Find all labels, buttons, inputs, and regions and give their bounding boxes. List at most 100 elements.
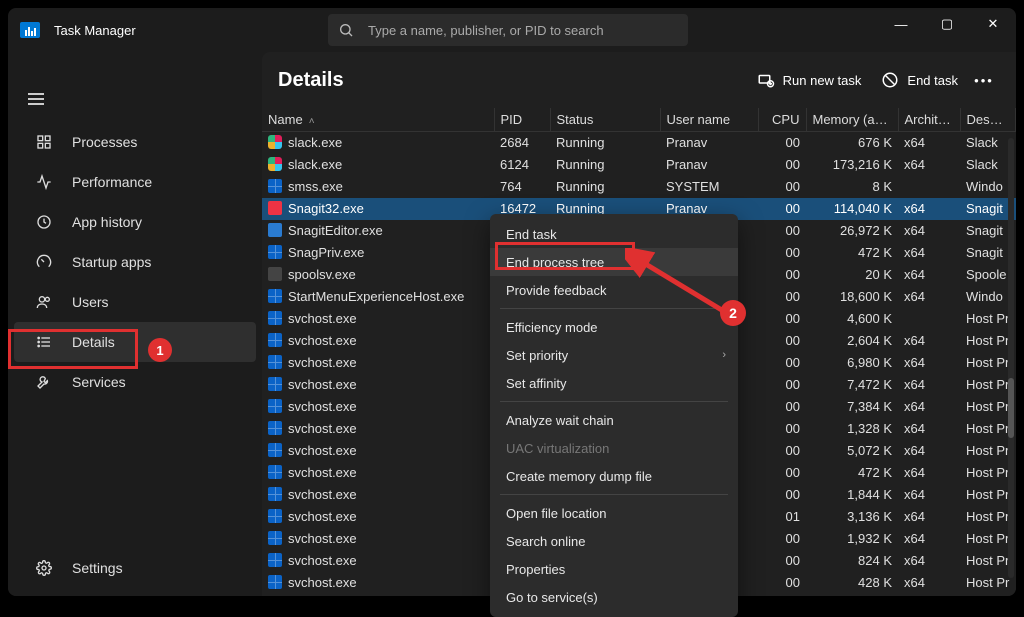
cell-status: Running — [550, 132, 660, 154]
table-row[interactable]: slack.exe6124RunningPranav00173,216 Kx64… — [262, 154, 1016, 176]
col-user[interactable]: User name — [660, 108, 758, 132]
cell-arch — [898, 308, 960, 330]
cell-memory: 472 K — [806, 462, 898, 484]
cell-memory: 472 K — [806, 242, 898, 264]
col-status[interactable]: Status — [550, 108, 660, 132]
process-icon — [268, 487, 282, 501]
ctx-go-to-services[interactable]: Go to service(s) — [490, 583, 738, 611]
process-icon — [268, 157, 282, 171]
ctx-set-priority[interactable]: Set priority› — [490, 341, 738, 369]
cell-arch: x64 — [898, 220, 960, 242]
cell-memory: 824 K — [806, 550, 898, 572]
maximize-button[interactable]: ▢ — [924, 8, 970, 40]
ctx-analyze-wait-chain[interactable]: Analyze wait chain — [490, 406, 738, 434]
cell-memory: 8 K — [806, 176, 898, 198]
end-task-button[interactable]: End task — [871, 65, 968, 95]
cell-cpu: 00 — [758, 440, 806, 462]
ctx-set-affinity[interactable]: Set affinity — [490, 369, 738, 397]
cell-name: svchost.exe — [262, 484, 494, 506]
cell-name: svchost.exe — [262, 418, 494, 440]
ctx-provide-feedback[interactable]: Provide feedback — [490, 276, 738, 304]
ctx-end-process-tree[interactable]: End process tree — [490, 248, 738, 276]
process-icon — [268, 179, 282, 193]
search-input[interactable]: Type a name, publisher, or PID to search — [328, 14, 688, 46]
col-name[interactable]: Name˄ — [262, 108, 494, 132]
sidebar-item-users[interactable]: Users — [14, 282, 256, 322]
cell-name: svchost.exe — [262, 572, 494, 594]
history-icon — [34, 214, 54, 230]
sidebar-item-startup-apps[interactable]: Startup apps — [14, 242, 256, 282]
cell-cpu: 00 — [758, 374, 806, 396]
col-arch[interactable]: Architec... — [898, 108, 960, 132]
cell-memory: 114,040 K — [806, 198, 898, 220]
sidebar-item-label: Performance — [72, 174, 152, 190]
ctx-search-online[interactable]: Search online — [490, 527, 738, 555]
col-desc[interactable]: Descrip — [960, 108, 1016, 132]
sidebar-item-performance[interactable]: Performance — [14, 162, 256, 202]
gear-icon — [34, 560, 54, 576]
cell-memory: 676 K — [806, 132, 898, 154]
table-row[interactable]: smss.exe764RunningSYSTEM008 KWindo — [262, 176, 1016, 198]
cell-name: spoolsv.exe — [262, 264, 494, 286]
ctx-separator — [500, 308, 728, 309]
col-cpu[interactable]: CPU — [758, 108, 806, 132]
hamburger-button[interactable] — [28, 90, 44, 108]
ctx-separator — [500, 494, 728, 495]
sidebar-item-processes[interactable]: Processes — [14, 122, 256, 162]
app-title: Task Manager — [54, 23, 136, 38]
cell-memory: 1,844 K — [806, 484, 898, 506]
stop-icon — [881, 71, 899, 89]
col-memory[interactable]: Memory (ac... — [806, 108, 898, 132]
ctx-properties[interactable]: Properties — [490, 555, 738, 583]
ctx-create-dump[interactable]: Create memory dump file — [490, 462, 738, 490]
cell-arch: x64 — [898, 198, 960, 220]
cell-memory: 4,600 K — [806, 308, 898, 330]
sidebar-item-services[interactable]: Services — [14, 362, 256, 402]
minimize-button[interactable]: — — [878, 8, 924, 40]
sidebar-item-label: Services — [72, 374, 126, 390]
cell-arch: x64 — [898, 352, 960, 374]
cell-arch: x64 — [898, 374, 960, 396]
run-icon — [757, 71, 775, 89]
scrollbar-thumb[interactable] — [1008, 378, 1014, 438]
cell-pid: 2684 — [494, 132, 550, 154]
chevron-right-icon: › — [722, 349, 726, 361]
app-icon — [20, 22, 40, 38]
ctx-efficiency-mode[interactable]: Efficiency mode — [490, 313, 738, 341]
ctx-end-task[interactable]: End task — [490, 220, 738, 248]
cell-name: svchost.exe — [262, 352, 494, 374]
cell-name: SnagitEditor.exe — [262, 220, 494, 242]
col-pid[interactable]: PID — [494, 108, 550, 132]
sidebar-item-app-history[interactable]: App history — [14, 202, 256, 242]
cell-name: smss.exe — [262, 176, 494, 198]
sidebar-item-details[interactable]: Details — [14, 322, 256, 362]
cell-memory: 173,216 K — [806, 154, 898, 176]
process-icon — [268, 377, 282, 391]
cell-cpu: 00 — [758, 242, 806, 264]
cell-name: svchost.exe — [262, 506, 494, 528]
users-icon — [34, 294, 54, 310]
cell-user: Pranav — [660, 154, 758, 176]
process-icon — [268, 509, 282, 523]
cell-name: svchost.exe — [262, 330, 494, 352]
run-new-task-button[interactable]: Run new task — [747, 65, 872, 95]
table-row[interactable]: slack.exe2684RunningPranav00676 Kx64Slac… — [262, 132, 1016, 154]
cell-name: Snagit32.exe — [262, 198, 494, 220]
ctx-open-file-location[interactable]: Open file location — [490, 499, 738, 527]
cell-arch: x64 — [898, 264, 960, 286]
ctx-uac-virtualization: UAC virtualization — [490, 434, 738, 462]
close-button[interactable]: ✕ — [970, 8, 1016, 40]
cell-arch: x64 — [898, 440, 960, 462]
cell-name: StartMenuExperienceHost.exe — [262, 286, 494, 308]
sidebar-item-settings[interactable]: Settings — [14, 548, 256, 588]
annotation-callout-1: 1 — [148, 338, 172, 362]
scrollbar-track[interactable] — [1008, 138, 1014, 578]
process-icon — [268, 201, 282, 215]
context-menu: End task End process tree Provide feedba… — [490, 214, 738, 617]
process-icon — [268, 223, 282, 237]
more-button[interactable]: ••• — [968, 67, 1000, 94]
process-icon — [268, 575, 282, 589]
cell-memory: 1,328 K — [806, 418, 898, 440]
cell-cpu: 00 — [758, 286, 806, 308]
cell-memory: 6,980 K — [806, 352, 898, 374]
